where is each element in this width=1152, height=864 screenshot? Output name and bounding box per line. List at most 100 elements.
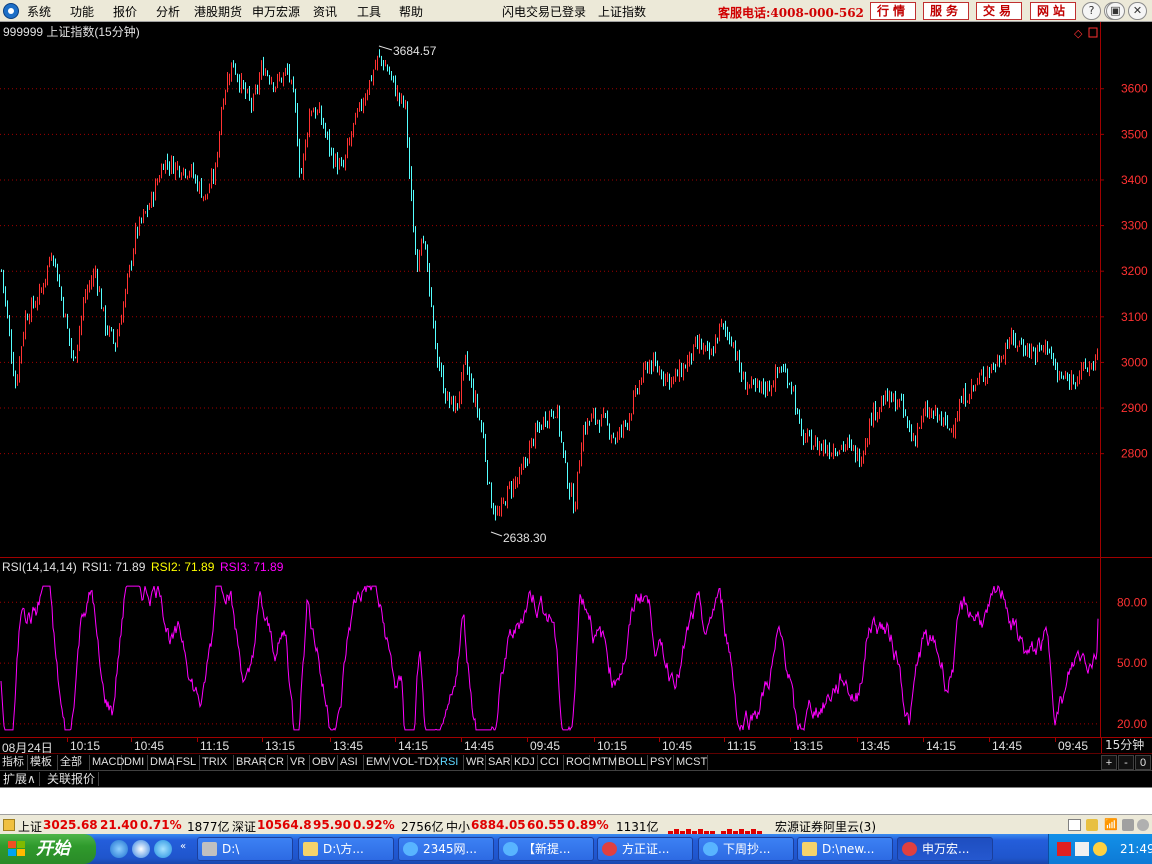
chart-title: 999999 上证指数(15分钟) (3, 24, 140, 39)
time-tick-label: 09:45 (530, 739, 561, 753)
lock-icon[interactable] (3, 819, 15, 831)
bell-icon[interactable] (1086, 819, 1098, 831)
start-button[interactable]: 开始 (0, 834, 96, 864)
close-icon[interactable]: ✕ (1128, 2, 1147, 20)
indicator-tab-wr[interactable]: WR (464, 755, 486, 770)
taskbar-item[interactable]: D:\ (197, 837, 293, 861)
price-chart[interactable]: 3600 3500 3400 3300 3200 3100 3000 2900 2800 80.0… (0, 22, 1152, 737)
browser-quicklaunch-icon[interactable] (132, 840, 150, 858)
time-tick-label: 13:45 (860, 739, 891, 753)
current-index-name: 上证指数 (598, 5, 647, 19)
tray-app-icon[interactable] (1057, 842, 1071, 856)
indicator-tab-sar[interactable]: SAR (486, 755, 512, 770)
menu-quote[interactable]: 报价 (113, 3, 137, 20)
service-button[interactable]: 服务 (923, 2, 969, 20)
indicator-tab-asi[interactable]: ASI (338, 755, 364, 770)
taskbar-item[interactable]: 【新提... (498, 837, 594, 861)
taskbar-item[interactable]: D:\方... (298, 837, 394, 861)
indicator-tab-trix[interactable]: TRIX (200, 755, 234, 770)
price-tick-label: 3500 (1121, 127, 1148, 141)
lock-status-icon[interactable] (1122, 819, 1134, 831)
related-quote-tab[interactable]: 关联报价 (44, 772, 100, 786)
menu-news[interactable]: 资讯 (313, 3, 337, 20)
tray-shield-icon[interactable] (1093, 842, 1107, 856)
taskbar-item-label: 申万宏... (922, 842, 970, 856)
indicator-tab-cci[interactable]: CCI (538, 755, 564, 770)
indicator-tabs: 指标 模板 全部 MACD DMI DMA FSL TRIX BRAR CR VR OBV ASI EMV… (0, 753, 1152, 770)
indicator-tab-emv[interactable]: EMV (364, 755, 390, 770)
chart-area[interactable]: 3600 3500 3400 3300 3200 3100 3000 2900 2800 80.0… (0, 22, 1152, 737)
indicator-tab-roc[interactable]: ROC (564, 755, 590, 770)
menu-swhy[interactable]: 申万宏源 (252, 3, 300, 20)
ie-quicklaunch-icon[interactable] (110, 840, 128, 858)
menu-system[interactable]: 系统 (27, 3, 51, 20)
indicator-tab-rsi[interactable]: RSI (438, 755, 464, 770)
restore-icon[interactable]: ▣ (1106, 2, 1125, 20)
time-tick-label: 10:15 (70, 739, 101, 753)
diamond-icon[interactable]: ◇ (1074, 27, 1083, 40)
sh-label: 上证 (18, 820, 43, 834)
taskbar-item[interactable]: D:\new... (797, 837, 893, 861)
taskbar-item[interactable]: 方正证... (597, 837, 693, 861)
tray-monitor-icon[interactable] (1075, 842, 1089, 856)
zoom-out-button[interactable]: - (1118, 755, 1134, 770)
time-tick (330, 738, 331, 742)
ie2-quicklaunch-icon[interactable] (154, 840, 172, 858)
price-tick-label: 3300 (1121, 219, 1148, 233)
indicator-tab-全部[interactable]: 全部 (58, 755, 90, 770)
sz-amount: 2756亿 (401, 820, 444, 834)
note-icon[interactable] (1068, 819, 1081, 831)
time-tick (197, 738, 198, 742)
zoom-in-button[interactable]: + (1101, 755, 1117, 770)
indicator-tab-fsl[interactable]: FSL (174, 755, 200, 770)
menu-hk-futures[interactable]: 港股期货 (194, 3, 242, 20)
taskbar-item-label: D:\ (222, 842, 240, 856)
extension-bar: 扩展∧ 关联报价 (0, 770, 1152, 787)
taskbar-item-label: 【新提... (523, 842, 571, 856)
rsi-tick-label: 50.00 (1117, 656, 1147, 670)
time-tick (1055, 738, 1056, 742)
taskbar-item-label: 2345网... (423, 842, 477, 856)
indicator-tab-brar[interactable]: BRAR (234, 755, 267, 770)
menu-function[interactable]: 功能 (70, 3, 94, 20)
taskbar-item[interactable]: 申万宏... (897, 837, 993, 861)
indicator-tab-指标[interactable]: 指标 (0, 755, 28, 770)
indicator-tab-dmi[interactable]: DMI (122, 755, 148, 770)
indicator-tab-boll[interactable]: BOLL (616, 755, 648, 770)
ie-icon (403, 842, 418, 856)
indicator-tab-kdj[interactable]: KDJ (512, 755, 538, 770)
app-logo-icon[interactable] (3, 3, 19, 19)
reset-button[interactable]: 0 (1135, 755, 1151, 770)
settings-icon[interactable] (1137, 819, 1149, 831)
indicator-tab-mtm[interactable]: MTM (590, 755, 617, 770)
help-icon[interactable]: ? (1082, 2, 1101, 20)
trade-button[interactable]: 交易 (976, 2, 1022, 20)
menu-analysis[interactable]: 分析 (156, 3, 180, 20)
indicator-tab-mcst[interactable]: MCST (674, 755, 708, 770)
signal-icon[interactable]: 📶 (1104, 818, 1118, 831)
taskbar-item[interactable]: 2345网... (398, 837, 494, 861)
expand-tab[interactable]: 扩展∧ (0, 772, 40, 786)
indicator-tab-macd[interactable]: MACD (90, 755, 124, 770)
app-icon (902, 842, 917, 856)
indicator-tab-psy[interactable]: PSY (648, 755, 674, 770)
rsi1-label: RSI1: 71.89 (82, 560, 146, 574)
indicator-tab-obv[interactable]: OBV (310, 755, 338, 770)
menu-tools[interactable]: 工具 (357, 3, 381, 20)
taskbar-item[interactable]: 下周抄... (698, 837, 794, 861)
indicator-tab-dma[interactable]: DMA (148, 755, 174, 770)
time-tick (461, 738, 462, 742)
indicator-tab-模板[interactable]: 模板 (28, 755, 58, 770)
window-toggle-icon[interactable] (1088, 27, 1098, 38)
sh-value: 3025.68 (43, 818, 98, 832)
menu-help[interactable]: 帮助 (399, 3, 423, 20)
quicklaunch-more-icon[interactable]: « (180, 841, 186, 852)
indicator-tab-cr[interactable]: CR (266, 755, 288, 770)
time-tick (395, 738, 396, 742)
indicator-tab-vr[interactable]: VR (288, 755, 310, 770)
period-label[interactable]: 15分钟 (1101, 738, 1152, 754)
website-button[interactable]: 网站 (1030, 2, 1076, 20)
indicator-tab-vol-tdx[interactable]: VOL-TDX (390, 755, 440, 770)
login-status: 闪电交易已登录 (502, 5, 587, 19)
market-button[interactable]: 行情 (870, 2, 916, 20)
